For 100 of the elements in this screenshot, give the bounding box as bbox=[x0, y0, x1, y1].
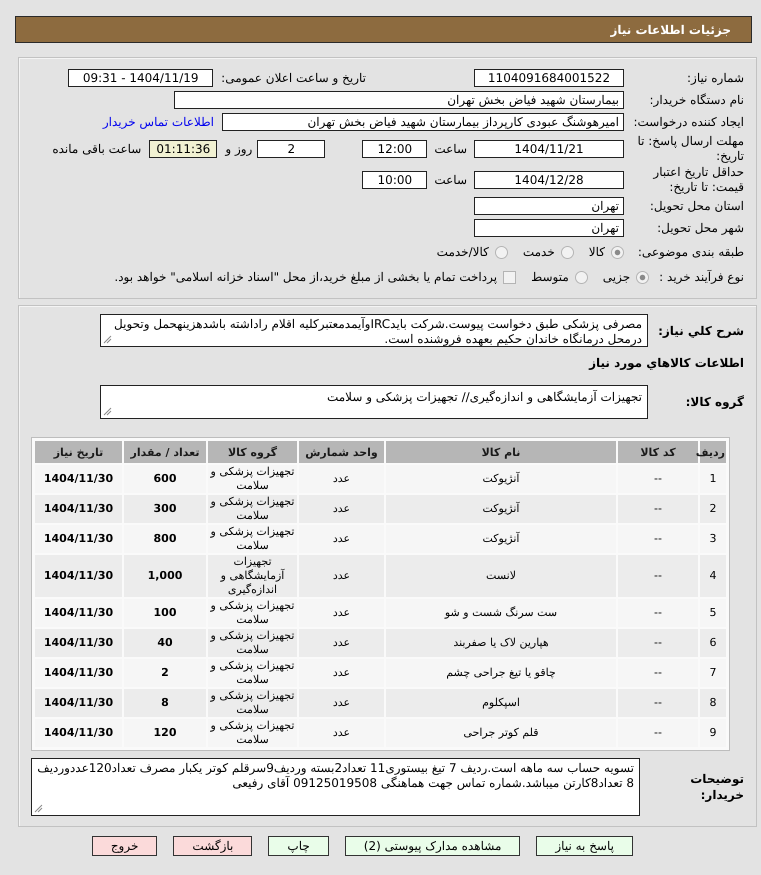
table-cell: عدد bbox=[299, 629, 384, 657]
table-cell: 8 bbox=[124, 689, 206, 717]
table-cell: قلم کوتر جراحی bbox=[386, 719, 616, 747]
page-title: جزئیات اطلاعات نیاز bbox=[610, 22, 731, 36]
table-cell: چاقو یا تیغ جراحی چشم bbox=[386, 659, 616, 687]
field-label: طبقه بندی موضوعی: bbox=[638, 244, 744, 258]
column-header: گروه کالا bbox=[208, 441, 297, 463]
table-cell: تجهیزات پزشکی و سلامت bbox=[208, 465, 297, 493]
table-cell: -- bbox=[618, 659, 698, 687]
table-cell: تجهیزات آزمایشگاهی و اندازه‌گیری bbox=[208, 555, 297, 597]
field-label: نوع فرآیند خرید : bbox=[659, 270, 744, 284]
resize-grip-icon[interactable] bbox=[34, 804, 43, 813]
field-label: شماره نیاز: bbox=[687, 70, 744, 84]
action-button[interactable]: بازگشت bbox=[173, 836, 252, 856]
radio-button[interactable] bbox=[560, 246, 574, 258]
action-button[interactable]: خروج bbox=[92, 836, 158, 856]
remaining-label: ساعت باقی مانده bbox=[52, 142, 142, 156]
field-label: توضیحات خریدار: bbox=[689, 771, 744, 803]
table-cell: -- bbox=[618, 525, 698, 553]
deadline-time-field[interactable]: 12:00 bbox=[362, 140, 428, 158]
table-cell: -- bbox=[618, 465, 698, 493]
table-cell: تجهیزات پزشکی و سلامت bbox=[208, 525, 297, 553]
table-cell: 40 bbox=[124, 629, 206, 657]
field-label: ایجاد کننده درخواست: bbox=[633, 114, 744, 128]
table-cell: 1404/11/30 bbox=[35, 555, 122, 597]
table-cell: 100 bbox=[124, 599, 206, 627]
table-cell: تجهیزات پزشکی و سلامت bbox=[208, 659, 297, 687]
column-header: واحد شمارش bbox=[299, 441, 384, 463]
table-cell: هپارین لاک یا صفربند bbox=[386, 629, 616, 657]
action-button[interactable]: مشاهده مدارک پیوستی (2) bbox=[344, 836, 520, 856]
radio-button[interactable] bbox=[636, 270, 650, 284]
buyer-notes-textarea[interactable]: تسویه حساب سه ماهه است.ردیف 7 تیغ بیستوری11 تعداد2بسته وردیف9سرقلم کوتر یکبار مصرف تعداد120عددوردیف 8 تعداد8کارتن میباشد.شماره تماس جهت هماهنگی 09125019508 آقای رفیعی bbox=[31, 758, 640, 816]
table-cell: 1404/11/30 bbox=[35, 689, 122, 717]
table-cell: ست سرنگ شست و شو bbox=[386, 599, 616, 627]
days-field[interactable]: 2 bbox=[257, 140, 326, 158]
table-cell: تجهیزات پزشکی و سلامت bbox=[208, 629, 297, 657]
province-field[interactable]: تهران bbox=[474, 197, 624, 215]
table-cell: عدد bbox=[299, 495, 384, 523]
table-cell: تجهیزات پزشکی و سلامت bbox=[208, 689, 297, 717]
column-header: نام کالا bbox=[386, 441, 616, 463]
deadline-date-field[interactable]: 1404/11/21 bbox=[474, 140, 624, 158]
table-cell: آنژیوکت bbox=[386, 525, 616, 553]
table-cell: -- bbox=[618, 495, 698, 523]
description-textarea[interactable]: مصرفی پزشکی طبق دخواست پیوست.شرکت بایدIRCوآیمدمعتبرکلیه اقلام راداشته باشدهزینهحمل وتحویل درمحل درمانگاه خاندان حکیم بعهده فروشنده است. bbox=[100, 314, 648, 347]
table-cell: 5 bbox=[700, 599, 726, 627]
resize-grip-icon[interactable] bbox=[103, 335, 112, 344]
field-label: نام دستگاه خریدار: bbox=[650, 92, 744, 106]
table-cell: تجهیزات پزشکی و سلامت bbox=[208, 599, 297, 627]
radio-label: جزیی bbox=[602, 270, 630, 284]
table-cell: 1404/11/30 bbox=[35, 719, 122, 747]
table-cell: عدد bbox=[299, 719, 384, 747]
table-cell: -- bbox=[618, 599, 698, 627]
table-cell: اسپکلوم bbox=[386, 689, 616, 717]
radio-label: کالا bbox=[588, 245, 605, 259]
field-label: مهلت ارسال پاسخ: تا تاریخ: bbox=[637, 134, 744, 163]
table-cell: عدد bbox=[299, 599, 384, 627]
resize-grip-icon[interactable] bbox=[103, 407, 112, 416]
action-button[interactable]: پاسخ به نیاز bbox=[536, 836, 633, 856]
table-cell: 1404/11/30 bbox=[35, 465, 122, 493]
table-cell: 1404/11/30 bbox=[35, 495, 122, 523]
table-cell: 1404/11/30 bbox=[35, 525, 122, 553]
remaining-time-field: 01:11:36 bbox=[149, 140, 218, 158]
table-cell: 4 bbox=[700, 555, 726, 597]
field-label: شرح كلي نياز: bbox=[658, 324, 744, 338]
time-label: ساعت bbox=[434, 142, 467, 156]
table-cell: عدد bbox=[299, 659, 384, 687]
radio-label: خدمت bbox=[522, 245, 555, 259]
checkbox-label: پرداخت تمام یا بخشی از مبلغ خرید،از محل "اسناد خزانه اسلامی" خواهد بود. bbox=[114, 270, 498, 284]
column-header: تاریخ نیاز bbox=[35, 441, 122, 463]
validity-time-field[interactable]: 10:00 bbox=[362, 171, 428, 189]
radio-button[interactable] bbox=[574, 270, 588, 284]
table-cell: -- bbox=[618, 555, 698, 597]
requester-field[interactable]: امیرهوشنگ عبودی کارپرداز بیمارستان شهید فیاض بخش تهران bbox=[222, 113, 624, 131]
table-cell: 3 bbox=[700, 525, 726, 553]
buyer-contact-link[interactable]: اطلاعات تماس خریدار bbox=[102, 115, 214, 129]
table-cell: -- bbox=[618, 689, 698, 717]
buyer-org-field[interactable]: بیمارستان شهید فیاض بخش تهران bbox=[174, 91, 624, 109]
table-cell: 120 bbox=[124, 719, 206, 747]
checkbox[interactable] bbox=[503, 270, 516, 284]
table-cell: 1404/11/30 bbox=[35, 599, 122, 627]
time-label: ساعت bbox=[434, 173, 467, 187]
table-cell: 8 bbox=[700, 689, 726, 717]
radio-button[interactable] bbox=[494, 246, 508, 258]
table-cell: تجهیزات پزشکی و سلامت bbox=[208, 495, 297, 523]
action-button[interactable]: چاپ bbox=[268, 836, 329, 856]
table-cell: 1,000 bbox=[124, 555, 206, 597]
table-cell: 9 bbox=[700, 719, 726, 747]
table-cell: عدد bbox=[299, 525, 384, 553]
city-field[interactable]: تهران bbox=[474, 219, 624, 237]
days-label: روز و bbox=[225, 142, 252, 156]
table-cell: 2 bbox=[124, 659, 206, 687]
table-cell: عدد bbox=[299, 689, 384, 717]
field-label: گروه کالا: bbox=[686, 395, 744, 409]
radio-button[interactable] bbox=[611, 246, 624, 258]
announce-date-field[interactable]: 1404/11/19 - 09:31 bbox=[68, 69, 214, 87]
section-title: اطلاعات كالاهاي مورد نياز bbox=[589, 355, 744, 371]
table-cell: -- bbox=[618, 629, 698, 657]
need-number-field[interactable]: 1104091684001522 bbox=[474, 69, 624, 87]
validity-date-field[interactable]: 1404/12/28 bbox=[474, 171, 624, 189]
goods-group-textarea[interactable]: تجهیزات آزمایشگاهی و اندازه‌گیری// تجهیزات پزشکی و سلامت bbox=[100, 385, 648, 419]
